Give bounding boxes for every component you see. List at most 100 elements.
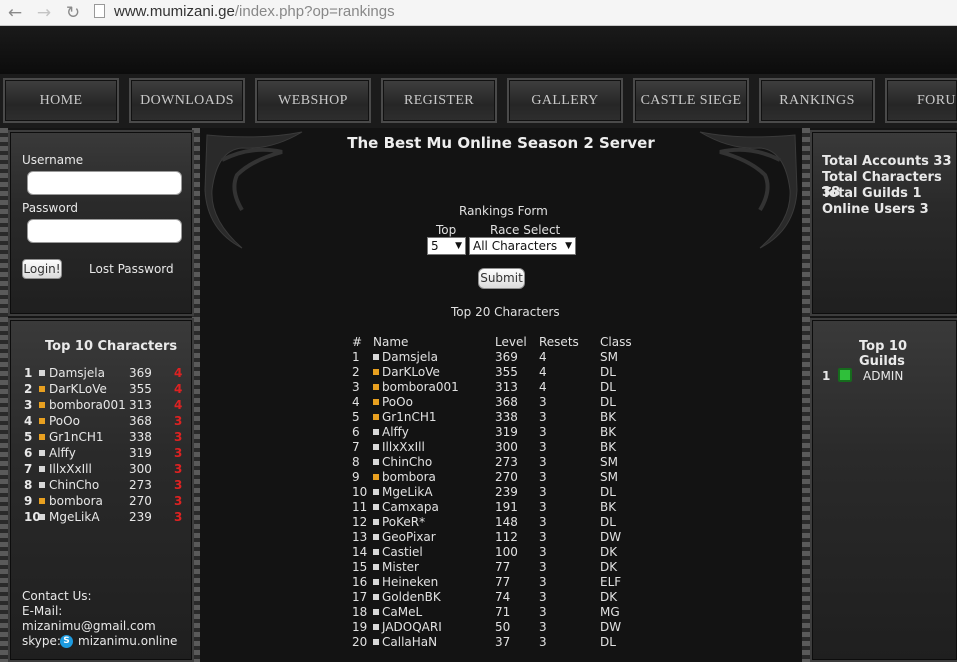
row-name[interactable]: PoKeR* [382,515,425,529]
row-rank: 11 [352,500,368,514]
row-level: 300 [495,440,518,454]
row-name[interactable]: CallaHaN [382,635,437,649]
chain-decoration [0,128,8,662]
row-level: 369 [495,350,518,364]
menu-forum[interactable]: FORU [885,78,957,123]
class-square-icon [39,402,45,408]
row-name[interactable]: GoldenBK [382,590,441,604]
row-name[interactable]: DarKLoVe [382,365,440,379]
table-row: 20 CallaHaN 37 3 DL [352,635,652,650]
submit-button[interactable]: Submit [478,268,525,289]
character-name[interactable]: Alffy [49,446,76,460]
list-item: 7 IllxXxIll 300 3 [24,462,188,478]
page-icon [94,4,105,18]
row-name[interactable]: bombora001 [382,380,459,394]
back-icon[interactable]: ← [4,2,26,24]
row-rank: 17 [352,590,368,604]
class-square-icon [373,624,379,630]
address-bar[interactable]: www.mumizani.ge/index.php?op=rankings [94,1,954,23]
character-name[interactable]: PoOo [49,414,80,428]
character-name[interactable]: Damsjela [49,366,105,380]
table-row: 2 DarKLoVe 355 4 DL [352,365,652,380]
menu-downloads[interactable]: DOWNLOADS [129,78,245,123]
menu-home[interactable]: HOME [3,78,119,123]
row-rank: 16 [352,575,368,589]
url-path: /index.php?op=rankings [234,3,395,20]
menu-castle-siege[interactable]: CASTLE SIEGE [633,78,749,123]
table-row: 3 bombora001 313 4 DL [352,380,652,395]
row-resets: 4 [539,380,547,394]
row-rank: 5 [352,410,360,424]
browser-toolbar: ← → ↻ www.mumizani.ge/index.php?op=ranki… [0,0,957,26]
row-name[interactable]: Alffy [382,425,409,439]
row-level: 273 [495,455,518,469]
character-resets: 4 [174,382,183,396]
skype-label: skype: [22,634,61,648]
row-name[interactable]: GeoPixar [382,530,436,544]
row-class: DK [600,560,618,574]
reload-icon[interactable]: ↻ [62,2,84,24]
row-resets: 3 [539,515,547,529]
class-square-icon [373,384,379,390]
row-rank: 14 [352,545,368,559]
row-class: DL [600,515,616,529]
row-name[interactable]: Camxapa [382,500,439,514]
row-name[interactable]: Heineken [382,575,438,589]
row-level: 313 [495,380,518,394]
row-name[interactable]: ChinCho [382,455,432,469]
password-input[interactable] [27,219,182,243]
guild-name[interactable]: ADMIN [863,369,903,383]
character-name[interactable]: bombora001 [49,398,126,412]
row-name[interactable]: CaMeL [382,605,422,619]
chevron-down-icon: ▼ [565,241,572,251]
character-name[interactable]: ChinCho [49,478,99,492]
row-name[interactable]: IllxXxIll [382,440,425,454]
row-name[interactable]: PoOo [382,395,413,409]
row-resets: 3 [539,485,547,499]
table-row: 6 Alffy 319 3 BK [352,425,652,440]
class-square-icon [373,504,379,510]
row-name[interactable]: JADOQARI [382,620,442,634]
row-class: DW [600,620,622,634]
forward-icon[interactable]: → [33,2,55,24]
menu-gallery[interactable]: GALLERY [507,78,623,123]
rank: 5 [24,430,33,444]
username-input[interactable] [27,171,182,195]
menu-webshop[interactable]: WEBSHOP [255,78,371,123]
row-name[interactable]: MgeLikA [382,485,433,499]
menu-rankings[interactable]: RANKINGS [759,78,875,123]
header-rank: # [352,335,363,349]
url-host: www.mumizani.ge [114,3,235,20]
row-class: DL [600,395,616,409]
rank: 1 [24,366,33,380]
list-item: 9 bombora 270 3 [24,494,188,510]
character-name[interactable]: bombora [49,494,103,508]
row-class: MG [600,605,620,619]
character-level: 368 [129,414,152,428]
row-name[interactable]: bombora [382,470,436,484]
class-square-icon [39,514,45,520]
row-name[interactable]: Castiel [382,545,423,559]
top-select[interactable]: 5 ▼ [427,237,466,255]
rank: 8 [24,478,33,492]
login-button[interactable]: Login! [22,259,62,279]
lost-password-link[interactable]: Lost Password [89,262,174,276]
row-name[interactable]: Mister [382,560,419,574]
character-resets: 3 [174,494,183,508]
row-level: 74 [495,590,511,604]
character-name[interactable]: MgeLikA [49,510,100,524]
race-select[interactable]: All Characters ▼ [469,237,576,255]
row-level: 77 [495,560,511,574]
row-name[interactable]: Gr1nCH1 [382,410,437,424]
contact-title: Contact Us: [22,589,92,603]
row-class: SM [600,455,618,469]
character-name[interactable]: DarKLoVe [49,382,107,396]
character-name[interactable]: Gr1nCH1 [49,430,104,444]
menu-register[interactable]: REGISTER [381,78,497,123]
row-rank: 9 [352,470,360,484]
online-users: Online Users 3 [822,202,929,217]
table-row: 10 MgeLikA 239 3 DL [352,485,652,500]
row-name[interactable]: Damsjela [382,350,438,364]
character-name[interactable]: IllxXxIll [49,462,92,476]
character-resets: 3 [174,478,183,492]
